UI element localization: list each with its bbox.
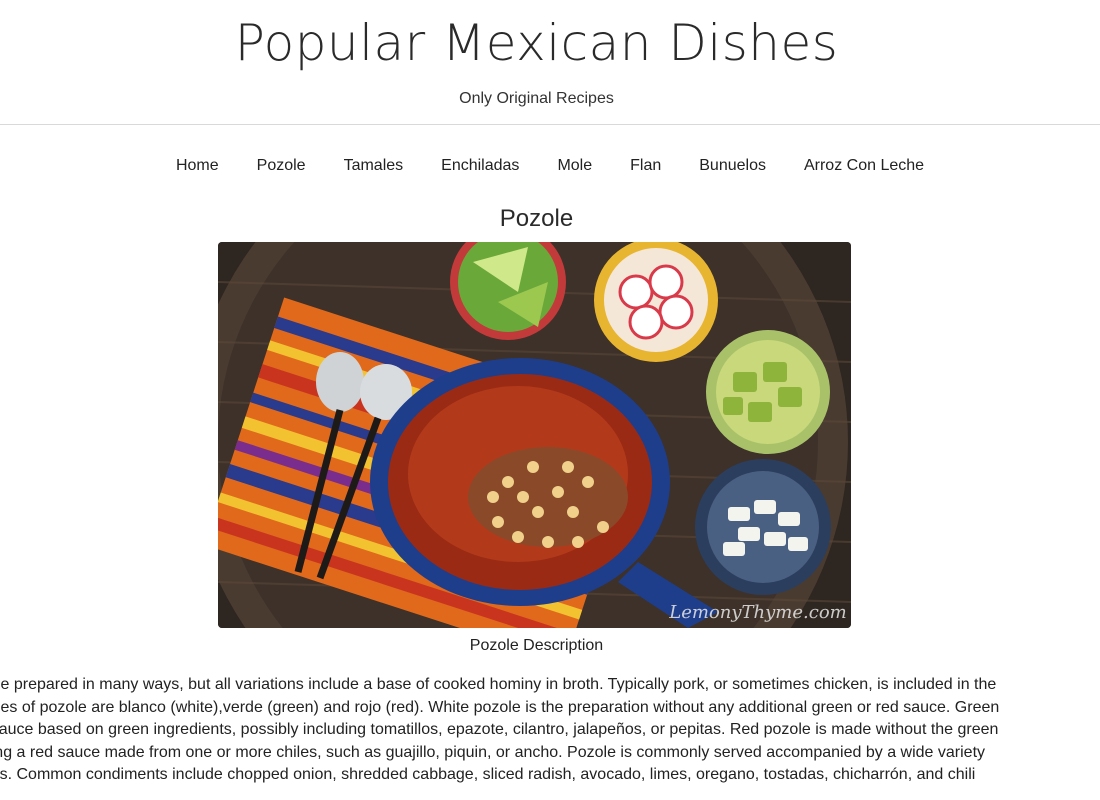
main-nav: Home Pozole Tamales Enchiladas Mole Flan… [0,155,1100,177]
pozole-photo: LemonyThyme.com [218,242,851,628]
site-title: Popular Mexican Dishes [234,14,839,72]
nav-item-flan[interactable]: Flan [611,155,680,177]
dish-heading: Pozole [499,205,574,232]
description-line: Pozole can be prepared in many ways, but… [0,676,997,693]
page: Popular Mexican Dishes Only Original Rec… [0,0,1100,800]
dish-description: Pozole can be prepared in many ways, but… [0,674,1100,787]
image-caption: Pozole Description [469,637,604,654]
nav-item-arroz-con-leche[interactable]: Arroz Con Leche [785,155,943,177]
description-line: The main types of pozole are blanco (whi… [0,698,1000,716]
header-divider [0,124,1100,125]
nav-item-home[interactable]: Home [157,155,238,177]
description-line: instead adding a red sauce made from one… [0,743,986,761]
nav-item-bunuelos[interactable]: Bunuelos [680,155,785,177]
nav-item-enchiladas[interactable]: Enchiladas [422,155,538,177]
image-watermark: LemonyThyme.com [668,602,846,623]
description-line: adds a rich sauce based on green ingredi… [0,721,999,738]
nav-item-tamales[interactable]: Tamales [325,155,423,177]
site-tagline: Only Original Recipes [459,90,614,107]
nav-item-pozole[interactable]: Pozole [238,155,325,177]
nav-item-mole[interactable]: Mole [538,155,611,177]
description-line: of condiments. Common condiments include… [0,766,976,783]
